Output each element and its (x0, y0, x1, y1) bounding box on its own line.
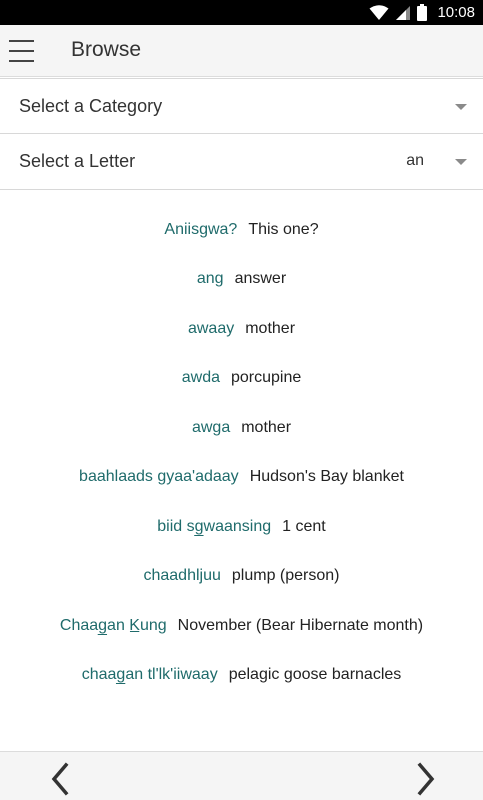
list-item[interactable]: chaadhljuu plump (person) (0, 552, 483, 602)
status-icons: 10:08 (369, 2, 475, 23)
signal-icon (396, 5, 411, 20)
list-item[interactable]: Aniisgwa? This one? (0, 205, 483, 255)
dropdown-arrow-icon (455, 104, 467, 110)
list-item[interactable]: ang answer (0, 255, 483, 305)
list-item[interactable]: biid sg̲waansing 1 cent (0, 502, 483, 552)
list-item[interactable]: awaay mother (0, 304, 483, 354)
wifi-icon (369, 4, 389, 20)
entry-definition: November (Bear Hibernate month) (177, 616, 424, 634)
entry-term[interactable]: chaadhljuu (143, 567, 220, 585)
page-title: Browse (71, 38, 142, 61)
list-item[interactable]: Chaag̲an K̲ung November (Bear Hibernate m… (0, 601, 483, 651)
entry-definition: pelagic goose barnacles (228, 666, 402, 684)
entry-definition: 1 cent (282, 517, 326, 535)
list-item[interactable]: awga mother (0, 403, 483, 453)
letter-dropdown[interactable]: Select a Letter an (0, 134, 483, 190)
app-bar: Browse (0, 25, 483, 77)
entry-definition: This one? (248, 220, 319, 238)
status-bar: 10:08 (0, 0, 483, 25)
entry-definition: answer (234, 270, 287, 288)
chevron-left-icon (51, 762, 69, 796)
next-page-button[interactable] (410, 762, 440, 796)
pagination-bar (0, 751, 483, 800)
letter-dropdown-label: Select a Letter (19, 151, 136, 171)
list-item[interactable]: baahlaads gyaa'adaay Hudson's Bay blanket (0, 453, 483, 503)
entry-term[interactable]: ang (197, 270, 224, 288)
previous-page-button[interactable] (46, 762, 76, 796)
entry-definition: porcupine (230, 369, 302, 387)
entry-definition: mother (245, 319, 296, 337)
entry-term[interactable]: biid sg̲waansing (157, 518, 271, 536)
entry-term[interactable]: Chaag̲an K̲ung (60, 617, 167, 635)
entry-term[interactable]: awaay (188, 320, 234, 338)
dropdown-arrow-icon (455, 159, 467, 165)
entry-definition: Hudson's Bay blanket (249, 468, 404, 486)
word-list: Aniisgwa? This one? ang answer awaay mother… (0, 205, 483, 700)
entry-term[interactable]: awga (192, 419, 230, 437)
battery-icon (417, 4, 428, 21)
entry-term[interactable]: chaag̲an tl'lk'iiwaay (82, 666, 218, 684)
chevron-right-icon (417, 762, 435, 796)
status-time: 10:08 (437, 4, 475, 21)
entry-term[interactable]: Aniisgwa? (164, 221, 237, 239)
letter-dropdown-value: an (406, 152, 424, 169)
entry-definition: plump (person) (231, 567, 340, 585)
entry-definition: mother (241, 418, 292, 436)
entry-term[interactable]: awda (182, 369, 220, 387)
category-dropdown[interactable]: Select a Category (0, 78, 483, 134)
list-item[interactable]: awda porcupine (0, 354, 483, 404)
entry-term[interactable]: baahlaads gyaa'adaay (79, 468, 239, 486)
hamburger-menu-icon[interactable] (9, 38, 37, 64)
list-item[interactable]: chaag̲an tl'lk'iiwaay pelagic goose barna… (0, 651, 483, 701)
category-dropdown-label: Select a Category (19, 96, 163, 116)
